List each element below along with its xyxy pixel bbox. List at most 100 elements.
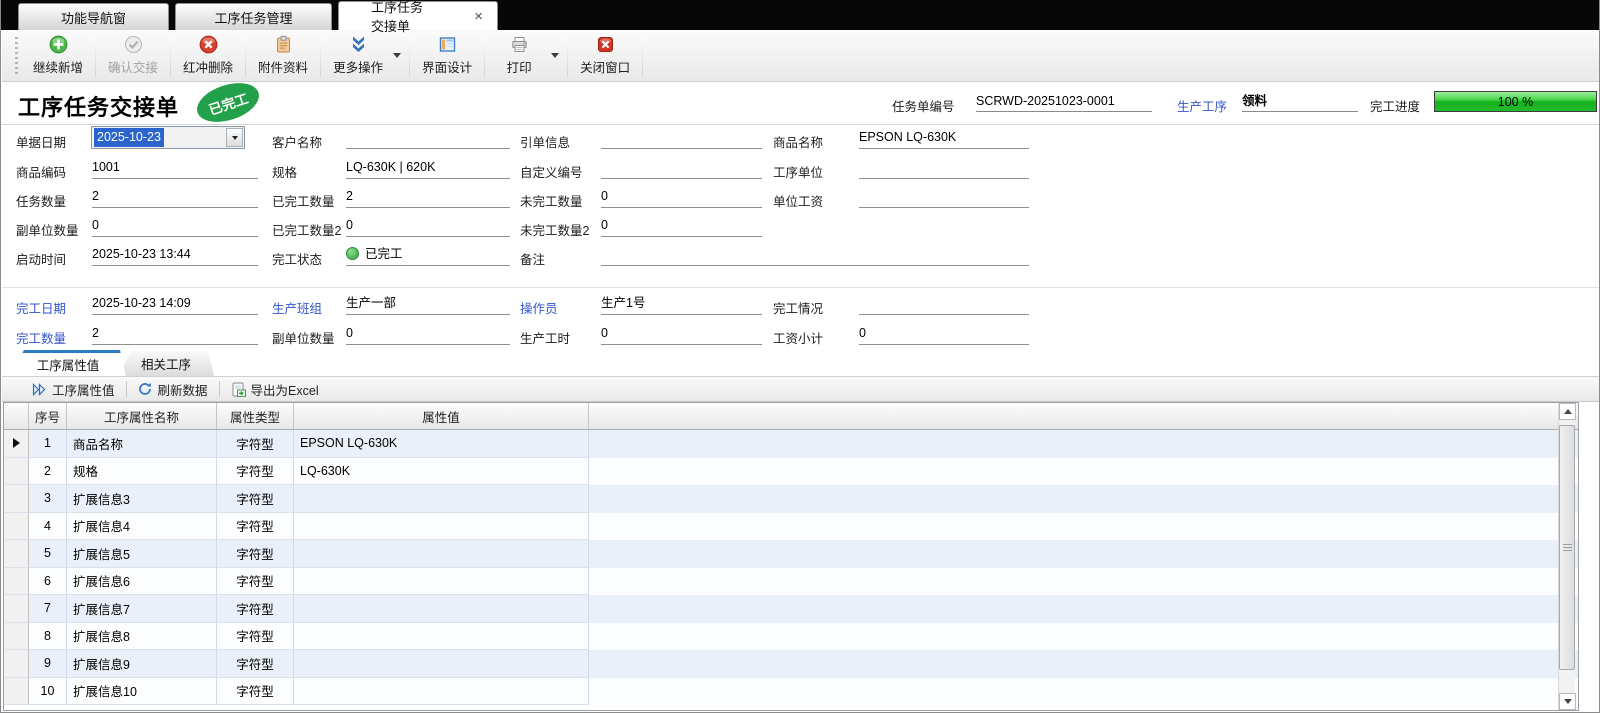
finish-qty-field[interactable]: 2	[92, 323, 258, 345]
cell-no[interactable]: 7	[29, 595, 67, 623]
table-row[interactable]: 9 扩展信息9 字符型	[4, 650, 1578, 678]
row-selector[interactable]	[4, 513, 29, 541]
row-selector[interactable]	[4, 678, 29, 706]
table-row[interactable]: 10 扩展信息10 字符型	[4, 678, 1578, 706]
row-selector[interactable]	[4, 595, 29, 623]
cell-attr-type[interactable]: 字符型	[217, 513, 294, 541]
cell-no[interactable]: 2	[29, 458, 67, 486]
cell-attr-name[interactable]: 扩展信息7	[67, 595, 217, 623]
cell-attr-name[interactable]: 扩展信息9	[67, 650, 217, 678]
finished-qty-field[interactable]: 2	[346, 186, 510, 208]
process-link[interactable]: 生产工序	[1177, 96, 1227, 115]
table-row[interactable]: 2 规格 字符型 LQ-630K	[4, 458, 1578, 486]
ui-design-button[interactable]: 界面设计	[412, 30, 482, 81]
cell-attr-name[interactable]: 商品名称	[67, 430, 217, 458]
table-row[interactable]: 6 扩展信息6 字符型	[4, 568, 1578, 596]
prod-team-field[interactable]: 生产一部	[346, 293, 510, 315]
prod-team-label[interactable]: 生产班组	[272, 298, 322, 317]
export-excel-button[interactable]: 导出为Excel	[222, 377, 328, 401]
cell-no[interactable]: 9	[29, 650, 67, 678]
cell-attr-value[interactable]: LQ-630K	[294, 458, 589, 486]
finish-date-field[interactable]: 2025-10-23 14:09	[92, 293, 258, 315]
cell-attr-value[interactable]: EPSON LQ-630K	[294, 430, 589, 458]
cell-attr-type[interactable]: 字符型	[217, 650, 294, 678]
cell-attr-value[interactable]	[294, 485, 589, 513]
unfinished-qty2-field[interactable]: 0	[601, 215, 762, 237]
wage-subtotal-field[interactable]: 0	[859, 323, 1029, 345]
table-row[interactable]: 3 扩展信息3 字符型	[4, 485, 1578, 513]
operator-label[interactable]: 操作员	[520, 298, 558, 317]
table-row[interactable]: 8 扩展信息8 字符型	[4, 623, 1578, 651]
process-unit-field[interactable]	[859, 157, 1029, 179]
row-selector[interactable]	[4, 623, 29, 651]
cell-attr-type[interactable]: 字符型	[217, 678, 294, 706]
table-row[interactable]: 4 扩展信息4 字符型	[4, 513, 1578, 541]
aux-unit-qty-field[interactable]: 0	[92, 215, 258, 237]
row-selector[interactable]	[4, 540, 29, 568]
cell-no[interactable]: 4	[29, 513, 67, 541]
aux-unit-qty2-field[interactable]: 0	[346, 323, 510, 345]
table-row[interactable]: 1 商品名称 字符型 EPSON LQ-630K	[4, 430, 1578, 458]
cell-attr-type[interactable]: 字符型	[217, 623, 294, 651]
more-actions-button[interactable]: 更多操作	[323, 31, 393, 80]
cell-attr-type[interactable]: 字符型	[217, 485, 294, 513]
cell-attr-value[interactable]	[294, 568, 589, 596]
custom-no-field[interactable]	[601, 157, 762, 179]
refresh-data-button[interactable]: 刷新数据	[129, 377, 217, 401]
col-header-no[interactable]: 序号	[29, 403, 67, 429]
tab-process-attributes[interactable]: 工序属性值	[10, 350, 126, 376]
more-actions-dropdown-arrow-icon[interactable]	[393, 53, 401, 58]
cell-no[interactable]: 5	[29, 540, 67, 568]
vertical-scrollbar[interactable]	[1558, 403, 1575, 710]
cell-attr-name[interactable]: 扩展信息5	[67, 540, 217, 568]
scroll-up-button[interactable]	[1559, 403, 1576, 420]
finish-date-label[interactable]: 完工日期	[16, 298, 66, 317]
cell-no[interactable]: 6	[29, 568, 67, 596]
finish-status-field[interactable]: 已完工	[346, 244, 510, 266]
window-tab-task-manage[interactable]: 工序任务管理	[175, 3, 332, 30]
red-delete-button[interactable]: 红冲删除	[173, 30, 243, 81]
cell-attr-name[interactable]: 扩展信息6	[67, 568, 217, 596]
print-button[interactable]: 打印	[487, 31, 551, 80]
table-row[interactable]: 5 扩展信息5 字符型	[4, 540, 1578, 568]
col-header-value[interactable]: 属性值	[294, 403, 589, 429]
finish-qty-label[interactable]: 完工数量	[16, 328, 66, 347]
cell-no[interactable]: 8	[29, 623, 67, 651]
cell-attr-name[interactable]: 扩展信息3	[67, 485, 217, 513]
cell-attr-value[interactable]	[294, 650, 589, 678]
product-code-field[interactable]: 1001	[92, 157, 258, 179]
cell-attr-type[interactable]: 字符型	[217, 595, 294, 623]
cell-attr-value[interactable]	[294, 513, 589, 541]
row-selector[interactable]	[4, 485, 29, 513]
toolbar-grip[interactable]	[15, 37, 18, 74]
work-hours-field[interactable]: 0	[601, 323, 762, 345]
continue-add-button[interactable]: 继续新增	[23, 30, 93, 81]
cell-attr-name[interactable]: 扩展信息10	[67, 678, 217, 706]
print-dropdown-arrow-icon[interactable]	[551, 53, 559, 58]
row-selector[interactable]	[4, 568, 29, 596]
customer-name-field[interactable]	[346, 127, 510, 149]
cell-no[interactable]: 10	[29, 678, 67, 706]
col-header-name[interactable]: 工序属性名称	[67, 403, 217, 429]
cell-attr-type[interactable]: 字符型	[217, 430, 294, 458]
cell-no[interactable]: 1	[29, 430, 67, 458]
cell-attr-type[interactable]: 字符型	[217, 568, 294, 596]
source-order-field[interactable]	[601, 127, 762, 149]
start-time-field[interactable]: 2025-10-23 13:44	[92, 244, 258, 266]
cell-attr-name[interactable]: 规格	[67, 458, 217, 486]
doc-date-value[interactable]: 2025-10-23	[94, 128, 164, 147]
combo-dropdown-button[interactable]	[226, 128, 243, 147]
finished-qty2-field[interactable]: 0	[346, 215, 510, 237]
process-field[interactable]: 领料	[1242, 90, 1358, 112]
cell-attr-value[interactable]	[294, 595, 589, 623]
operator-field[interactable]: 生产1号	[601, 293, 762, 315]
cell-no[interactable]: 3	[29, 485, 67, 513]
cell-attr-value[interactable]	[294, 678, 589, 706]
remark-field[interactable]	[601, 244, 1029, 266]
cell-attr-name[interactable]: 扩展信息8	[67, 623, 217, 651]
unit-wage-field[interactable]	[859, 186, 1029, 208]
scroll-down-button[interactable]	[1559, 693, 1576, 710]
cell-attr-type[interactable]: 字符型	[217, 540, 294, 568]
attachments-button[interactable]: 附件资料	[248, 30, 318, 81]
row-selector[interactable]	[4, 458, 29, 486]
